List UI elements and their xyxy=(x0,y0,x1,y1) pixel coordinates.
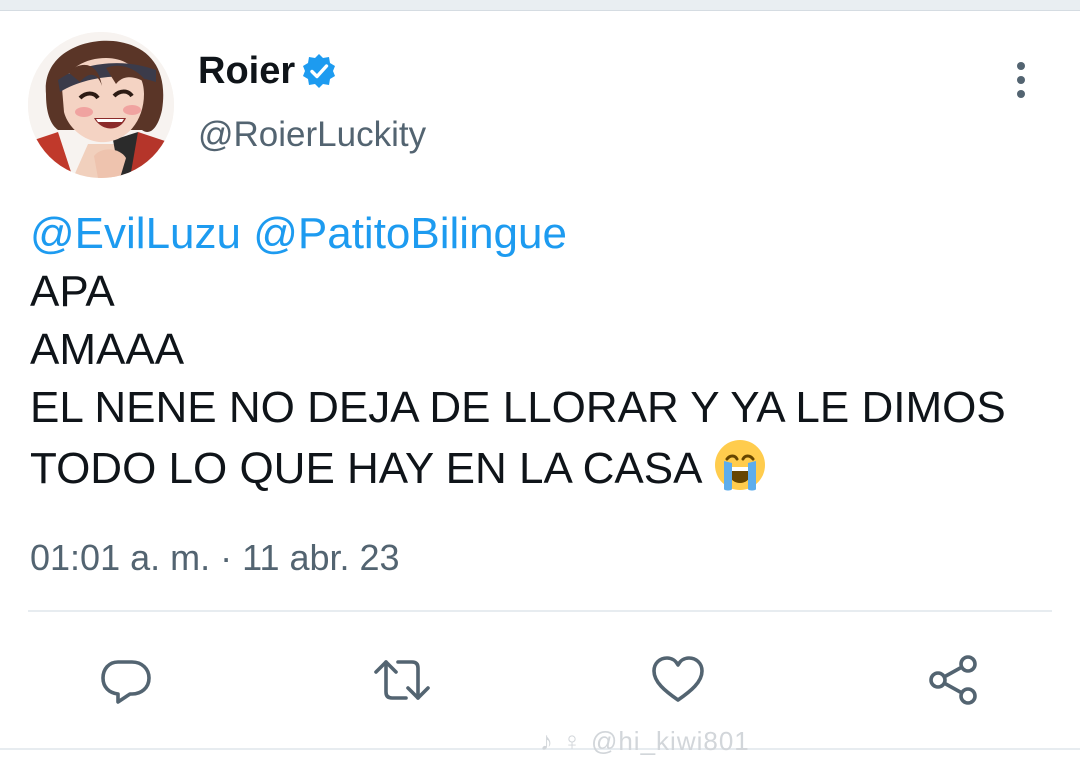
share-button[interactable] xyxy=(924,650,984,710)
actions-divider xyxy=(28,610,1052,612)
tweet-timestamp[interactable]: 01:01 a. m. · 11 abr. 23 xyxy=(30,536,400,580)
more-options-icon[interactable] xyxy=(1004,60,1038,100)
tweet-line: EL NENE NO DEJA DE LLORAR Y YA LE DIMOS xyxy=(30,383,1006,432)
mention-evilluzu[interactable]: @EvilLuzu xyxy=(30,209,241,258)
retweet-arrows-icon xyxy=(374,660,430,700)
tweet-text: @EvilLuzu @PatitoBilingue APA AMAAA EL N… xyxy=(30,205,1075,498)
watermark: ♪ ♀ @hi_kiwi801 xyxy=(540,726,750,756)
share-nodes-icon xyxy=(929,655,977,705)
user-handle[interactable]: @RoierLuckity xyxy=(198,114,426,156)
heart-icon xyxy=(652,656,704,702)
tweet-line-last: TODO LO QUE HAY EN LA CASA xyxy=(30,437,1075,498)
display-name-text: Roier xyxy=(198,50,296,92)
tweet-line: APA xyxy=(30,267,115,316)
avatar[interactable] xyxy=(28,32,174,178)
display-name[interactable]: Roier xyxy=(198,49,337,93)
mentions-line: @EvilLuzu @PatitoBilingue xyxy=(30,205,1075,263)
tweet-line-text: TODO LO QUE HAY EN LA CASA xyxy=(30,444,703,493)
loudly-crying-face-icon xyxy=(712,437,768,493)
like-button[interactable] xyxy=(648,650,708,710)
top-divider-line xyxy=(0,10,1080,11)
verified-badge-icon xyxy=(301,53,337,89)
mention-patitobilingue[interactable]: @PatitoBilingue xyxy=(253,209,567,258)
speech-bubble-icon xyxy=(101,660,151,704)
top-divider xyxy=(0,0,1080,10)
reply-button[interactable] xyxy=(96,650,156,710)
retweet-button[interactable] xyxy=(372,650,432,710)
tweet-line: AMAAA xyxy=(30,325,185,374)
